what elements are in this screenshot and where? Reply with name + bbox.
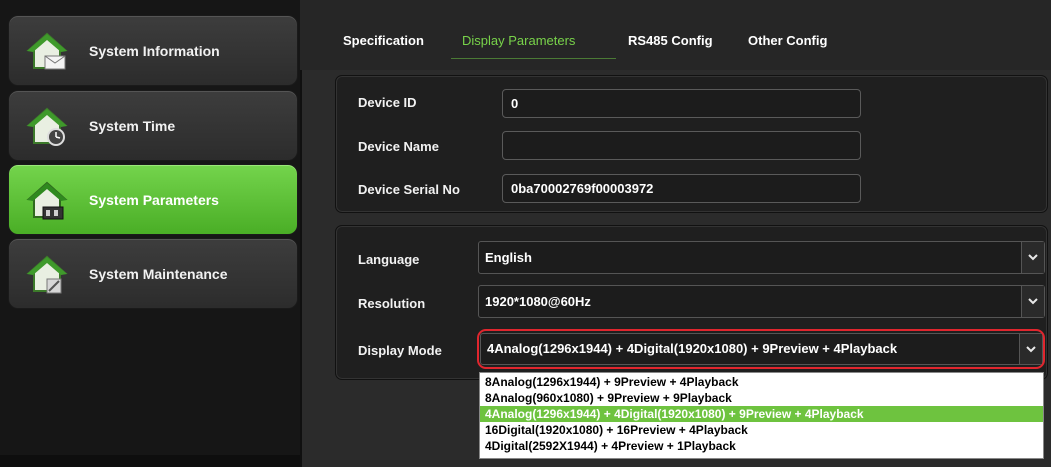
display-mode-option[interactable]: 4Digital(2592X1944) + 4Preview + 1Playba… [480,438,1043,454]
sidebar-item-system-information[interactable]: System Information [8,15,298,86]
display-mode-option[interactable]: 8Analog(1296x1944) + 9Preview + 4Playbac… [480,374,1043,390]
device-serial-field[interactable]: 0ba70002769f00003972 [502,174,861,203]
device-id-label: Device ID [358,95,417,110]
tab-bar: Specification Display Parameters RS485 C… [300,0,1051,70]
sidebar-item-system-parameters[interactable]: System Parameters [8,164,298,235]
sidebar-item-label: System Maintenance [89,266,228,282]
sidebar-item-label: System Information [89,43,220,59]
display-mode-option-selected[interactable]: 4Analog(1296x1944) + 4Digital(1920x1080)… [480,406,1043,422]
sidebar-item-system-time[interactable]: System Time [8,90,298,161]
sidebar-item-system-maintenance[interactable]: System Maintenance [8,238,298,309]
display-mode-label: Display Mode [358,343,442,358]
device-name-field[interactable] [502,131,861,160]
resolution-label: Resolution [358,296,426,311]
chevron-down-icon[interactable] [1019,334,1042,364]
display-mode-option[interactable]: 16Digital(1920x1080) + 16Preview + 4Play… [480,422,1043,438]
device-name-label: Device Name [358,139,439,154]
tab-specification[interactable]: Specification [343,33,424,48]
tab-display-parameters[interactable]: Display Parameters [462,33,575,48]
sidebar-footer [0,455,300,467]
house-wrench-icon [25,253,69,297]
chevron-down-icon[interactable] [1021,242,1044,273]
house-panel-icon [25,179,69,223]
tab-other-config[interactable]: Other Config [748,33,827,48]
sidebar: System Information System Time System Pa [0,0,302,467]
display-mode-option[interactable]: 8Analog(960x1080) + 9Preview + 9Playback [480,390,1043,406]
device-id-field[interactable]: 0 [502,89,861,118]
language-select-value: English [485,250,532,265]
display-mode-select-value: 4Analog(1296x1944) + 4Digital(1920x1080)… [487,341,898,356]
tab-rs485-config[interactable]: RS485 Config [628,33,713,48]
resolution-select[interactable]: 1920*1080@60Hz [478,285,1045,318]
chevron-down-icon[interactable] [1021,286,1044,317]
house-clock-icon [25,105,69,149]
language-label: Language [358,252,420,267]
active-tab-underline [451,58,616,59]
house-mail-icon [25,30,69,74]
display-mode-select[interactable]: 4Analog(1296x1944) + 4Digital(1920x1080)… [480,333,1043,365]
language-select[interactable]: English [478,241,1045,274]
sidebar-item-label: System Parameters [89,192,219,208]
sidebar-item-label: System Time [89,118,176,134]
resolution-select-value: 1920*1080@60Hz [485,294,591,309]
device-serial-label: Device Serial No [358,182,460,197]
display-mode-dropdown: 8Analog(1296x1944) + 9Preview + 4Playbac… [479,372,1044,459]
